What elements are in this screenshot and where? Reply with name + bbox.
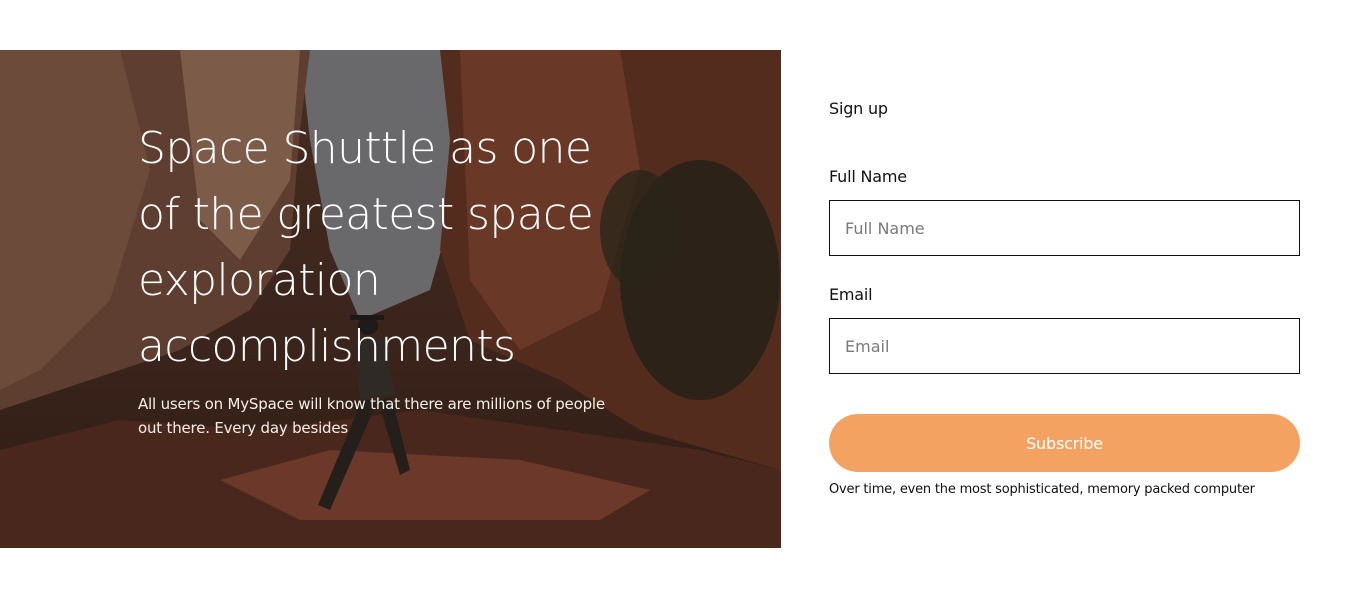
hero-content: Space Shuttle as one of the greatest spa… [138,116,608,440]
full-name-label: Full Name [829,167,907,186]
email-input[interactable] [829,318,1300,374]
form-heading: Sign up [829,99,888,118]
signup-form: Sign up Full Name Email Subscribe Over t… [829,96,1300,500]
email-label: Email [829,285,873,304]
form-note: Over time, even the most sophisticated, … [829,482,1255,497]
hero-section: Space Shuttle as one of the greatest spa… [0,50,781,548]
hero-description: All users on MySpace will know that ther… [138,395,605,437]
subscribe-button[interactable]: Subscribe [829,414,1300,472]
hero-title: Space Shuttle as one of the greatest spa… [138,123,594,372]
full-name-input[interactable] [829,200,1300,256]
